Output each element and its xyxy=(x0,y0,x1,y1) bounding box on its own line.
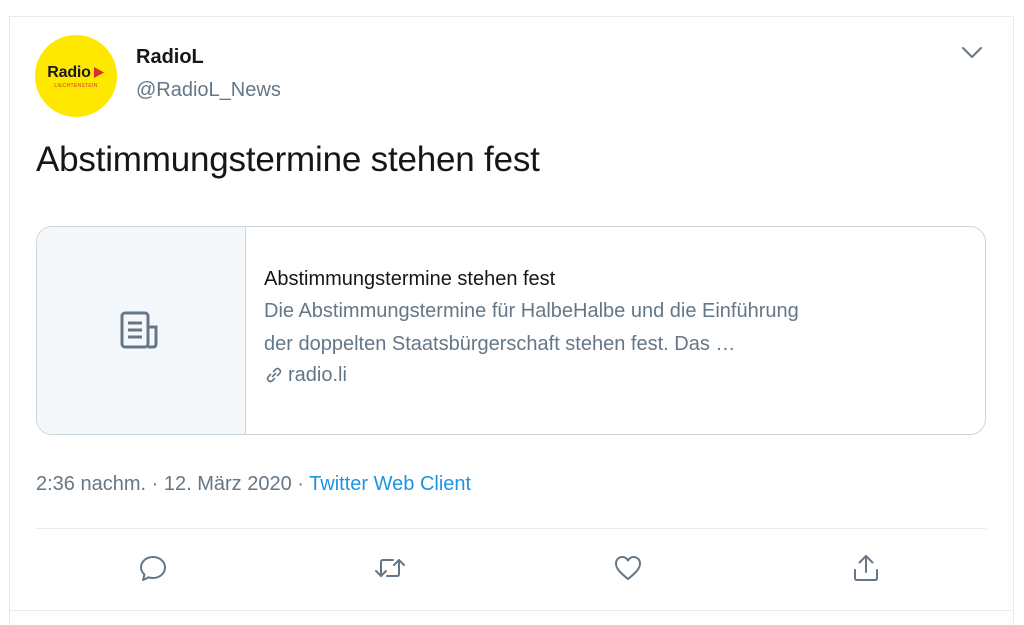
card-description-line: der doppelten Staatsbürgerschaft stehen … xyxy=(264,333,736,355)
link-card[interactable]: Abstimmungstermine stehen fest Die Absti… xyxy=(36,226,986,435)
avatar-logo-text: Radio xyxy=(47,63,91,81)
more-options-button[interactable] xyxy=(958,42,986,64)
divider xyxy=(36,528,986,529)
avatar[interactable]: Radio LIECHTENSTEIN xyxy=(35,35,117,117)
card-description-line: Die Abstimmungstermine für HalbeHalbe un… xyxy=(264,300,799,322)
like-icon xyxy=(615,556,641,580)
tweet-meta: 2:36 nachm. · 12. März 2020 · Twitter We… xyxy=(36,473,471,496)
meta-separator: · xyxy=(151,473,159,495)
card-description: Die Abstimmungstermine für HalbeHalbe un… xyxy=(264,295,965,361)
reply-icon xyxy=(140,556,166,581)
card-thumbnail xyxy=(37,227,246,434)
card-title: Abstimmungstermine stehen fest xyxy=(264,268,556,290)
like-button[interactable] xyxy=(606,546,650,590)
card-domain-text: radio.li xyxy=(288,364,347,386)
retweet-icon xyxy=(375,559,405,577)
tweet-time[interactable]: 2:36 nachm. xyxy=(36,473,146,495)
play-triangle-icon xyxy=(93,67,104,78)
card-domain: radio.li xyxy=(264,361,965,389)
chevron-down-icon xyxy=(962,47,982,58)
client-link[interactable]: Twitter Web Client xyxy=(309,473,471,495)
tweet-date[interactable]: 12. März 2020 xyxy=(164,473,292,495)
avatar-logo-subtext: LIECHTENSTEIN xyxy=(54,82,98,89)
share-icon xyxy=(854,555,878,581)
account-handle[interactable]: @RadioL_News xyxy=(136,79,281,102)
account-name[interactable]: RadioL xyxy=(136,46,204,69)
avatar-logo: Radio xyxy=(47,64,104,82)
action-bar xyxy=(36,546,986,594)
reply-button[interactable] xyxy=(131,546,175,590)
link-icon xyxy=(266,367,282,383)
card-body: Abstimmungstermine stehen fest Die Absti… xyxy=(264,265,965,389)
article-icon xyxy=(120,311,158,348)
tweet-text: Abstimmungstermine stehen fest xyxy=(36,140,540,179)
share-button[interactable] xyxy=(844,546,888,590)
retweet-button[interactable] xyxy=(368,546,412,590)
meta-separator: · xyxy=(297,473,304,495)
bottom-border xyxy=(9,610,1014,611)
